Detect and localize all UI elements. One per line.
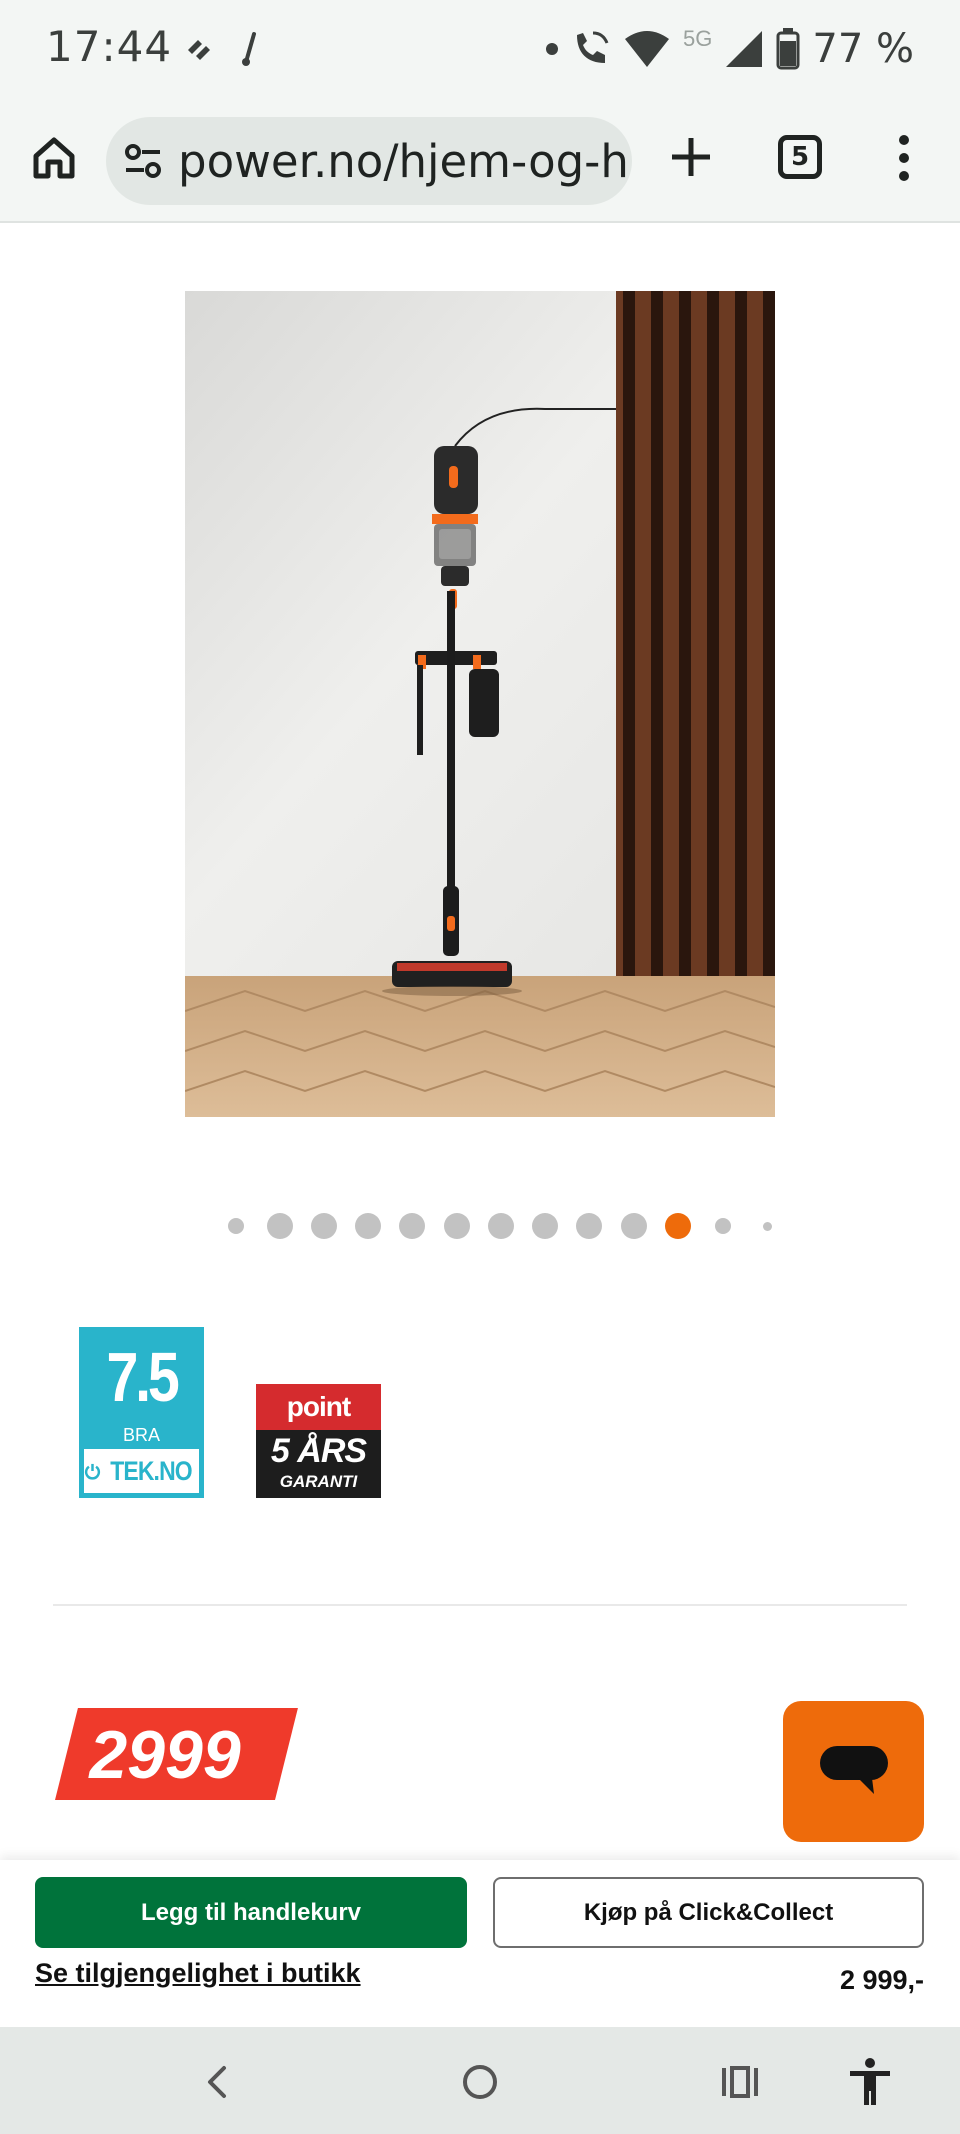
- status-notification-icons: [182, 28, 272, 75]
- recents-icon: [722, 2066, 758, 2098]
- url-text: power.no/hjem-og-ha: [178, 135, 632, 188]
- home-icon: [33, 137, 75, 179]
- notification-icons: [188, 32, 256, 66]
- carousel-dot[interactable]: [311, 1213, 337, 1239]
- battery-level: 77 %: [812, 26, 914, 72]
- accessibility-button[interactable]: [842, 2054, 898, 2110]
- status-bar: 17:44 5G 77 %: [0, 0, 960, 100]
- home-circle-icon: [463, 2065, 497, 2099]
- dot-icon: [546, 43, 559, 55]
- warranty-label: GARANTI: [279, 1472, 358, 1491]
- carousel-dot[interactable]: [763, 1222, 772, 1231]
- store-availability-link[interactable]: Se tilgjengelighet i butikk: [35, 1958, 361, 1989]
- status-time: 17:44: [46, 22, 173, 71]
- new-tab-button[interactable]: [668, 134, 714, 180]
- recents-button[interactable]: [712, 2054, 768, 2110]
- carousel-dot[interactable]: [444, 1213, 470, 1239]
- accessibility-icon: [850, 2058, 890, 2105]
- system-navigation-bar: [0, 2027, 960, 2134]
- carousel-dot[interactable]: [399, 1213, 425, 1239]
- back-icon: [208, 2066, 226, 2098]
- chat-button[interactable]: [783, 1701, 924, 1842]
- tek-brand: TEK.NO: [84, 1449, 199, 1493]
- point-logo: point: [286, 1391, 351, 1422]
- carousel-dot[interactable]: [488, 1213, 514, 1239]
- carousel-dot[interactable]: [621, 1213, 647, 1239]
- carousel-dot[interactable]: [355, 1213, 381, 1239]
- tune-icon[interactable]: [124, 143, 162, 179]
- carousel-dot[interactable]: [228, 1218, 244, 1234]
- image-carousel-dots[interactable]: [0, 1210, 960, 1240]
- sticky-cart-bar: Legg til handlekurv Kjøp på Click&Collec…: [0, 1860, 960, 2027]
- carousel-dot[interactable]: [267, 1213, 293, 1239]
- point-logo-band: point: [256, 1384, 381, 1430]
- carousel-dot[interactable]: [576, 1213, 602, 1239]
- product-image[interactable]: [185, 291, 775, 1117]
- warranty-badge[interactable]: point 5 ÅRS GARANTI: [256, 1384, 381, 1498]
- tek-brand-text: TEK.NO: [110, 1455, 192, 1486]
- browser-toolbar: power.no/hjem-og-ha 5: [0, 100, 960, 223]
- chat-icon: [819, 1745, 888, 1794]
- tab-switcher-button[interactable]: 5: [778, 135, 822, 179]
- battery-icon: [776, 28, 800, 70]
- warranty-years: 5 ÅRS: [270, 1432, 367, 1470]
- wifi-icon: [625, 31, 670, 67]
- click-collect-button[interactable]: Kjøp på Click&Collect: [493, 1877, 924, 1948]
- carousel-dot[interactable]: [532, 1213, 558, 1239]
- more-vert-icon: [899, 135, 909, 181]
- tek-label: BRA: [122, 1425, 160, 1445]
- tek-score: 7.5: [106, 1338, 180, 1416]
- browser-menu-button[interactable]: [893, 133, 915, 183]
- vacuum-photo: [185, 291, 775, 1117]
- carousel-dot[interactable]: [715, 1218, 731, 1234]
- tek-rating-badge[interactable]: 7.5 BRA TEK.NO: [79, 1327, 204, 1498]
- home-button[interactable]: [28, 132, 80, 184]
- address-bar[interactable]: power.no/hjem-og-ha: [106, 117, 632, 205]
- price-tag: 2999: [55, 1708, 298, 1800]
- status-right-group: 5G 77 %: [545, 22, 914, 76]
- signal-icon: [726, 31, 763, 67]
- add-to-cart-button[interactable]: Legg til handlekurv: [35, 1877, 467, 1948]
- back-button[interactable]: [190, 2054, 246, 2110]
- screen: 17:44 5G 77 % power.no/hjem-og-ha 5 7.5 …: [0, 0, 960, 2134]
- plus-icon: [672, 138, 710, 176]
- divider: [53, 1604, 907, 1606]
- carousel-dot-active[interactable]: [665, 1213, 691, 1239]
- network-label: 5G: [683, 26, 713, 51]
- power-icon: [84, 1463, 101, 1480]
- summary-price: 2 999,-: [839, 1965, 924, 1995]
- home-nav-button[interactable]: [452, 2054, 508, 2110]
- wifi-call-icon: [577, 31, 609, 63]
- price-value: 2999: [89, 1717, 241, 1793]
